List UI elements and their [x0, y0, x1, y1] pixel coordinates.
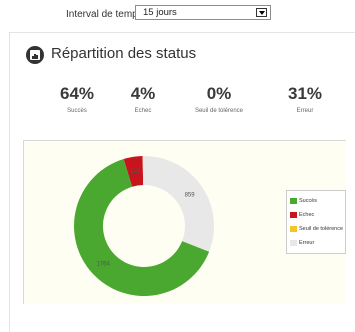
legend-label: Echec	[299, 212, 315, 218]
stat-error: 31% Erreur	[265, 84, 345, 114]
slice-data-label: 1764	[97, 262, 111, 268]
legend-label: Succès	[299, 198, 318, 204]
interval-selected-value: 15 jours	[143, 7, 177, 18]
stat-label: Erreur	[296, 108, 314, 114]
chart-legend: Succès Echec Seuil de tolérence Erreur	[286, 190, 346, 254]
legend-item[interactable]: Echec	[290, 210, 314, 220]
donut-slice-erreur[interactable]	[142, 156, 214, 252]
panel-title: Répartition des status	[51, 45, 197, 62]
stat-label: Echec	[134, 108, 152, 114]
stat-label: Seuil de tolérence	[194, 108, 244, 114]
stat-value: 4%	[130, 84, 156, 103]
legend-item[interactable]: Seuil de tolérence	[290, 224, 343, 234]
interval-label: Interval de temps	[66, 9, 143, 20]
legend-label: Erreur	[299, 240, 315, 246]
legend-item[interactable]: Succès	[290, 196, 317, 206]
chevron-down-icon[interactable]	[256, 8, 267, 17]
filter-bar: Interval de temps 15 jours	[0, 0, 355, 30]
chart-icon	[26, 46, 44, 64]
legend-swatch	[290, 211, 297, 218]
stat-threshold: 0% Seuil de tolérence	[179, 84, 259, 114]
legend-swatch	[290, 197, 297, 204]
interval-select[interactable]: 15 jours	[135, 5, 271, 20]
stat-value: 31%	[287, 84, 323, 103]
legend-label: Seuil de tolérence	[299, 226, 344, 232]
stat-failure: 4% Echec	[103, 84, 183, 114]
slice-data-label: 120	[130, 169, 141, 175]
donut-chart: 120 859 1764	[73, 156, 214, 296]
legend-swatch	[290, 239, 297, 246]
slice-data-label: 859	[185, 192, 196, 198]
legend-swatch	[290, 225, 297, 232]
donut-chart-box: 120 859 1764 Succès Echec Seuil de tolérence…	[23, 140, 346, 304]
legend-item[interactable]: Erreur	[290, 238, 314, 248]
stat-value: 0%	[206, 84, 232, 103]
